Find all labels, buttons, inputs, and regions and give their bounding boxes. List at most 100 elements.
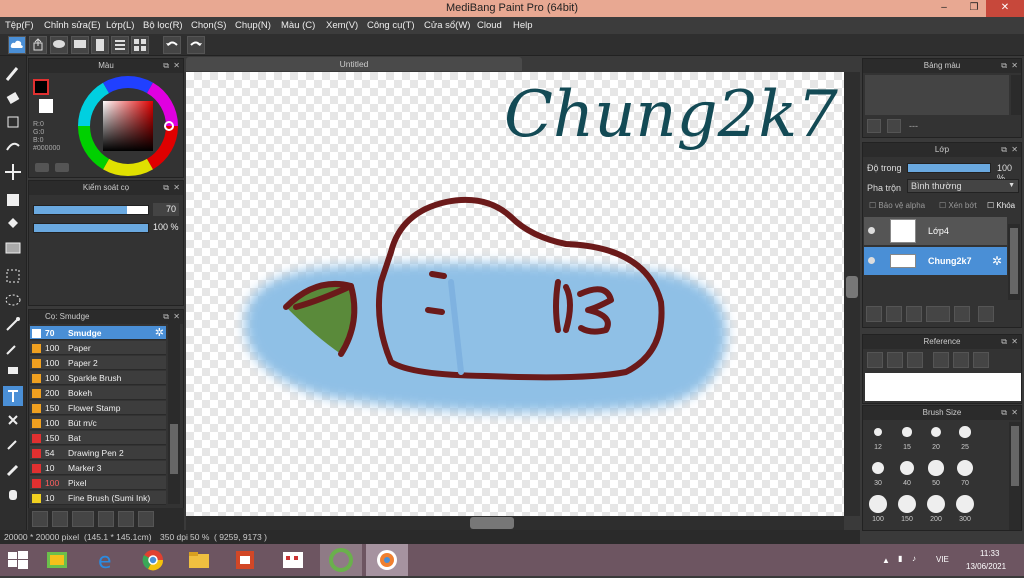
close-icon[interactable]: ✕ [173, 310, 180, 324]
eye-icon[interactable] [868, 257, 875, 264]
foreground-color-swatch[interactable] [33, 79, 49, 95]
color-history-button[interactable] [55, 163, 69, 172]
fill-rect-tool-icon[interactable] [3, 190, 23, 210]
add-8bit-layer-icon[interactable] [906, 306, 922, 322]
duplicate-layer-icon[interactable] [978, 306, 994, 322]
eyedropper-tool-icon[interactable] [3, 460, 23, 480]
brush-list-scrollbar[interactable] [168, 324, 180, 504]
menu-select[interactable]: Chọn(S) [191, 20, 226, 31]
menu-tools[interactable]: Công cụ(T) [367, 20, 415, 31]
brush-item[interactable]: 10 Fine Brush (Sumi Ink) [30, 491, 166, 505]
delete-palette-color-icon[interactable] [887, 119, 901, 133]
share-icon[interactable] [29, 36, 47, 54]
menu-window[interactable]: Cửa sổ(W) [424, 20, 470, 31]
brush-size-slider[interactable] [33, 205, 149, 215]
layer-folder-icon[interactable] [954, 306, 970, 322]
brush-item[interactable]: 100 Paper [30, 341, 166, 355]
menu-capture[interactable]: Chụp(N) [235, 20, 271, 31]
clock-time[interactable]: 11:33 [980, 549, 999, 558]
new-brush-icon[interactable] [52, 511, 68, 527]
move-tool-icon[interactable] [3, 162, 23, 182]
reference-close-icon[interactable] [907, 352, 923, 368]
bucket-tool-icon[interactable] [3, 214, 23, 234]
brush-size-option[interactable]: 100 [865, 494, 891, 523]
brush-size-option[interactable]: 300 [952, 494, 978, 523]
reference-view[interactable] [865, 373, 1021, 401]
brush-folder-icon[interactable] [118, 511, 134, 527]
brush-size-option[interactable]: 20 [923, 422, 949, 451]
bluestacks-icon[interactable] [44, 548, 70, 572]
fit-icon[interactable] [953, 352, 969, 368]
canvas-area[interactable]: Chung2k7 [186, 72, 844, 516]
brush-item[interactable]: 150 Flower Stamp [30, 401, 166, 415]
document-tab[interactable]: Untitled [186, 57, 522, 71]
add-halftone-layer-icon[interactable] [886, 306, 902, 322]
chat-icon[interactable] [71, 36, 89, 54]
select-eraser-tool-icon[interactable] [3, 360, 23, 380]
expand-icon[interactable]: ⧉ [1001, 59, 1007, 73]
grid-icon[interactable] [131, 36, 149, 54]
eye-icon[interactable] [868, 227, 875, 234]
brush-item[interactable]: 150 Bat [30, 431, 166, 445]
cloud-icon[interactable] [8, 36, 26, 54]
undo-icon[interactable] [163, 36, 181, 54]
menu-file[interactable]: Tệp(F) [5, 20, 34, 31]
menu-filter[interactable]: Bộ lọc(R) [143, 20, 183, 31]
text-tool-icon[interactable] [3, 386, 23, 406]
brush-size-option[interactable]: 15 [894, 422, 920, 451]
menu-color[interactable]: Màu (C) [281, 20, 315, 31]
layer-opacity-slider[interactable] [907, 163, 991, 173]
brush-size-option[interactable]: 40 [894, 458, 920, 487]
blur-tool-icon[interactable] [3, 136, 23, 156]
file-explorer-icon[interactable] [186, 548, 212, 572]
expand-icon[interactable]: ⧉ [163, 181, 169, 195]
shape-tool-icon[interactable] [3, 112, 23, 132]
document-icon[interactable] [91, 36, 109, 54]
canvas-horizontal-scrollbar[interactable] [186, 516, 844, 530]
brush-size-option[interactable]: 150 [894, 494, 920, 523]
redo-icon[interactable] [187, 36, 205, 54]
operation-tool-icon[interactable] [3, 410, 23, 430]
zoom-in-icon[interactable] [933, 352, 949, 368]
brush-item[interactable]: 100 Bút m/c [30, 416, 166, 430]
brush-size-option[interactable]: 70 [952, 458, 978, 487]
brush-tool-icon[interactable] [3, 64, 23, 84]
volume-icon[interactable]: ♪ [912, 554, 916, 563]
brush-opacity-slider[interactable] [33, 223, 149, 233]
brush-item[interactable]: 200 Bokeh [30, 386, 166, 400]
brush-item[interactable]: 100 Sparkle Brush [30, 371, 166, 385]
brush-size-option[interactable]: 50 [923, 458, 949, 487]
layer-row-lop4[interactable]: Lớp4 [864, 217, 1007, 246]
close-icon[interactable]: ✕ [1011, 335, 1018, 349]
close-icon[interactable]: ✕ [173, 181, 180, 195]
expand-icon[interactable]: ⧉ [1001, 335, 1007, 349]
gear-icon[interactable]: ✲ [992, 254, 1002, 268]
brush-size-option[interactable]: 30 [865, 458, 891, 487]
brush-item[interactable]: 100 Paper 2 [30, 356, 166, 370]
blend-mode-select[interactable]: Bình thường ▼ [907, 179, 1019, 193]
color-mode-button[interactable] [35, 163, 49, 172]
brush-size-value[interactable]: 70 [153, 203, 179, 216]
minimize-button[interactable]: – [930, 0, 958, 17]
layer-row-chung2k7[interactable]: Chung2k7 ✲ [864, 247, 1007, 276]
menu-edit[interactable]: Chỉnh sửa(E) [44, 20, 101, 31]
menu-help[interactable]: Help [513, 20, 533, 31]
network-icon[interactable]: ▮ [898, 554, 902, 563]
palette-scrollbar[interactable] [1011, 75, 1021, 115]
layer-menu-icon[interactable] [926, 306, 950, 322]
layer-scrollbar[interactable] [1008, 224, 1020, 300]
brush-duplicate-icon[interactable] [138, 511, 154, 527]
language-indicator[interactable]: VIE [936, 555, 949, 564]
expand-icon[interactable]: ⧉ [1001, 143, 1007, 157]
windows-start-icon[interactable] [8, 551, 28, 569]
color-wheel[interactable] [77, 75, 179, 177]
expand-icon[interactable]: ⧉ [163, 310, 169, 324]
close-icon[interactable]: ✕ [1011, 406, 1018, 420]
reference-open-icon[interactable] [887, 352, 903, 368]
add-brush-icon[interactable] [32, 511, 48, 527]
clip-checkbox[interactable]: ☐ Xén bớt [939, 201, 977, 210]
close-button[interactable]: ✕ [986, 0, 1024, 17]
lasso-tool-icon[interactable] [3, 290, 23, 310]
maximize-button[interactable]: ❐ [960, 0, 988, 17]
brush-settings-icon[interactable] [98, 511, 114, 527]
